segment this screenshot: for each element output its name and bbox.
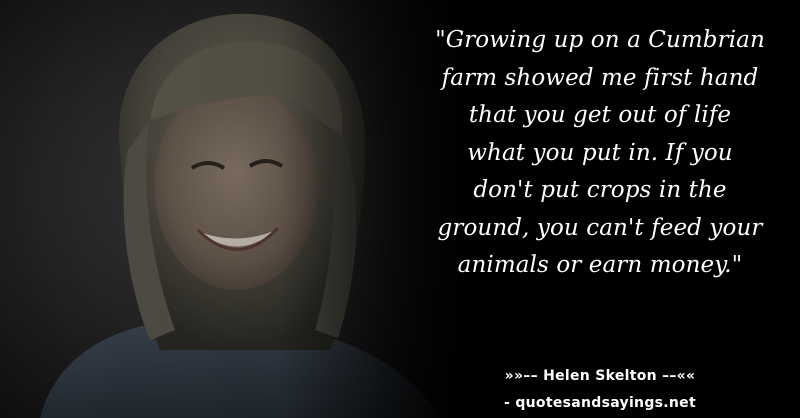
quote-line: don't put crops in the	[473, 177, 727, 203]
quote-line: farm showed me first hand	[441, 64, 759, 91]
quote-line: what you put in. If you	[467, 139, 733, 166]
quote-card: "Growing up on a Cumbrian farm showed me…	[0, 0, 800, 418]
quote-line: that you get out of life	[468, 102, 732, 128]
quote-author: »»–– Helen Skelton ––««	[504, 368, 696, 384]
quote-line: animals or earn money."	[457, 252, 743, 278]
quote-line: ground, you can't feed your	[437, 214, 763, 241]
quote-text: "Growing up on a Cumbrian farm showed me…	[410, 22, 790, 285]
source-site: - quotesandsayings.net	[504, 395, 696, 411]
quote-line: "Growing up on a Cumbrian	[435, 27, 765, 53]
author-portrait	[0, 0, 480, 418]
